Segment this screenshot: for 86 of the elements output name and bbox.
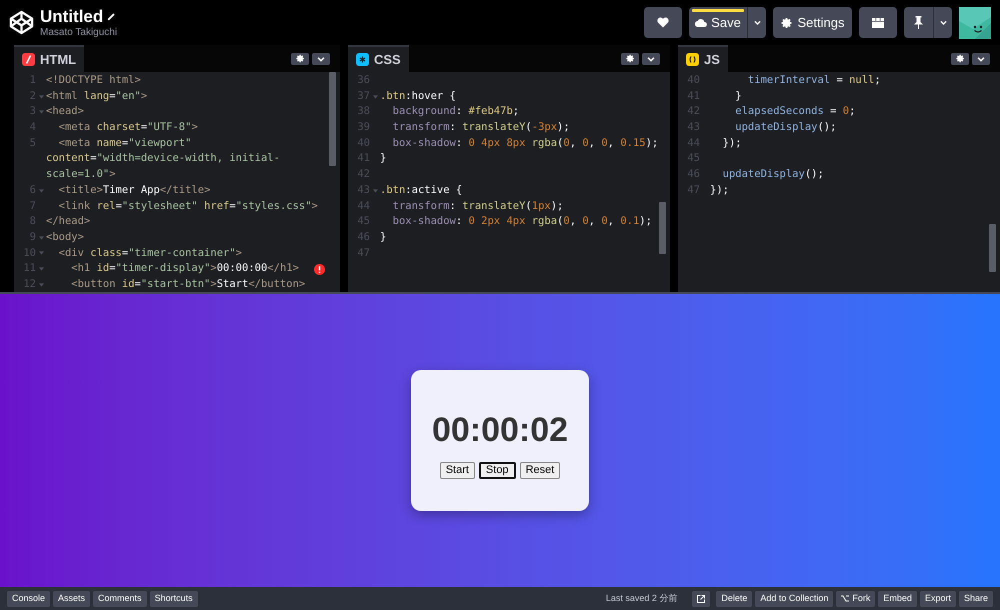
- code-line: <body>: [46, 230, 84, 245]
- code-line: }: [734, 88, 742, 104]
- footer-tab[interactable]: Assets: [53, 590, 90, 606]
- code-line: <title>Timer App</title>: [58, 182, 210, 198]
- editor-settings-button[interactable]: [951, 52, 969, 64]
- layout-icon: [872, 18, 884, 28]
- asterisk-icon: [356, 53, 369, 66]
- footer-button[interactable]: Embed: [878, 590, 917, 606]
- footer-tab[interactable]: Console: [7, 590, 50, 606]
- timer-button[interactable]: Stop: [478, 462, 516, 479]
- code-line: });: [722, 136, 742, 151]
- editor-dropdown-button[interactable]: [972, 52, 990, 64]
- timer-button[interactable]: Reset: [520, 462, 560, 479]
- code-line: transform: translateY(1px);: [392, 198, 564, 214]
- settings-icon: [780, 16, 792, 28]
- footer-tab[interactable]: Comments: [93, 590, 147, 606]
- footer-button[interactable]: Share: [958, 590, 993, 606]
- fork-button[interactable]: Fork: [836, 590, 876, 606]
- settings-button[interactable]: Settings: [773, 7, 852, 38]
- chevron-down-icon: [752, 18, 762, 27]
- footer-button[interactable]: Export: [920, 590, 956, 606]
- code-line: <h1 id="timer-display">00:00:00</h1>: [70, 261, 299, 276]
- fork-icon: [841, 595, 850, 602]
- code-line: box-shadow: 0 4px 8px rgba(0, 0, 0, 0.15);: [392, 136, 658, 151]
- code-line: <button id="start-btn">Start</button>: [70, 276, 306, 292]
- code-line: .btn:hover {: [380, 88, 456, 104]
- code-line: background: #feb47b;: [392, 104, 520, 120]
- save-button[interactable]: Save: [689, 7, 747, 38]
- editor-tab[interactable]: CSS: [348, 45, 409, 72]
- settings-icon: [956, 54, 964, 63]
- code-line: }: [380, 151, 386, 166]
- last-saved-text: Last saved 2 分前: [606, 592, 678, 605]
- code-line: timerInterval = null;: [746, 73, 881, 88]
- scrollbar-thumb[interactable]: [329, 72, 336, 166]
- code-line: <!DOCTYPE html>: [46, 73, 141, 88]
- code-line: box-shadow: 0 2px 4px rgba(0, 0, 0, 0.1);: [392, 214, 652, 230]
- scrollbar-thumb[interactable]: [659, 202, 666, 254]
- code-line: transform: translateY(-3px);: [392, 120, 570, 136]
- code-line: <div class="timer-container">: [58, 246, 242, 261]
- pencil-icon[interactable]: [107, 12, 116, 21]
- pin-icon: [914, 16, 923, 29]
- avatar-icon[interactable]: [959, 6, 991, 38]
- scrollbar-thumb[interactable]: [989, 224, 996, 272]
- code-line: });: [710, 182, 729, 198]
- editor-settings-button[interactable]: [291, 52, 309, 64]
- cube-logo-icon[interactable]: [9, 10, 34, 35]
- pen-title[interactable]: Untitled: [40, 6, 104, 26]
- code-line: scale=1.0">: [46, 167, 116, 182]
- code-line: <link rel="stylesheet" href="styles.css">: [58, 198, 318, 214]
- error-icon[interactable]: [314, 264, 325, 275]
- code-line: </head>: [46, 214, 90, 230]
- code-line: }: [380, 230, 386, 245]
- code-line: .btn:active {: [380, 182, 462, 198]
- editor-settings-button[interactable]: [621, 52, 639, 64]
- external-link-button[interactable]: [692, 590, 710, 606]
- settings-icon: [626, 54, 634, 63]
- footer-button[interactable]: Delete: [716, 590, 752, 606]
- parentheses-icon: [686, 53, 699, 66]
- external-link-icon: [697, 594, 706, 602]
- heart-icon: [657, 17, 669, 28]
- footer-tab[interactable]: Shortcuts: [150, 590, 198, 606]
- chevron-down-icon: [938, 18, 948, 27]
- author-name[interactable]: Masato Takiguchi: [40, 26, 118, 38]
- code-line: <html lang="en">: [46, 88, 148, 104]
- timer-display: 00:00:02: [432, 410, 568, 450]
- settings-icon: [296, 54, 304, 63]
- layout-button[interactable]: [859, 7, 897, 38]
- editor-dropdown-button[interactable]: [312, 52, 330, 64]
- pin-button[interactable]: [904, 7, 933, 38]
- cloud-icon: [695, 18, 708, 26]
- pin-dropdown-button[interactable]: [933, 7, 952, 38]
- heart-button[interactable]: [644, 7, 682, 38]
- code-line: <head>: [46, 104, 84, 120]
- code-line: <meta name="viewport": [58, 136, 192, 151]
- slash-icon: [22, 53, 35, 66]
- code-line: elapsedSeconds = 0;: [734, 104, 856, 120]
- editor-tab[interactable]: HTML: [14, 45, 84, 72]
- code-line: updateDisplay();: [722, 167, 824, 182]
- footer-button[interactable]: Add to Collection: [755, 590, 834, 606]
- code-line: updateDisplay();: [734, 120, 836, 136]
- save-dropdown-button[interactable]: [747, 7, 766, 38]
- code-line: content="width=device-width, initial-: [46, 151, 280, 166]
- editor-tab[interactable]: JS: [678, 45, 728, 72]
- code-line: <meta charset="UTF-8">: [58, 120, 198, 136]
- editor-dropdown-button[interactable]: [642, 52, 660, 64]
- timer-button[interactable]: Start: [440, 462, 475, 479]
